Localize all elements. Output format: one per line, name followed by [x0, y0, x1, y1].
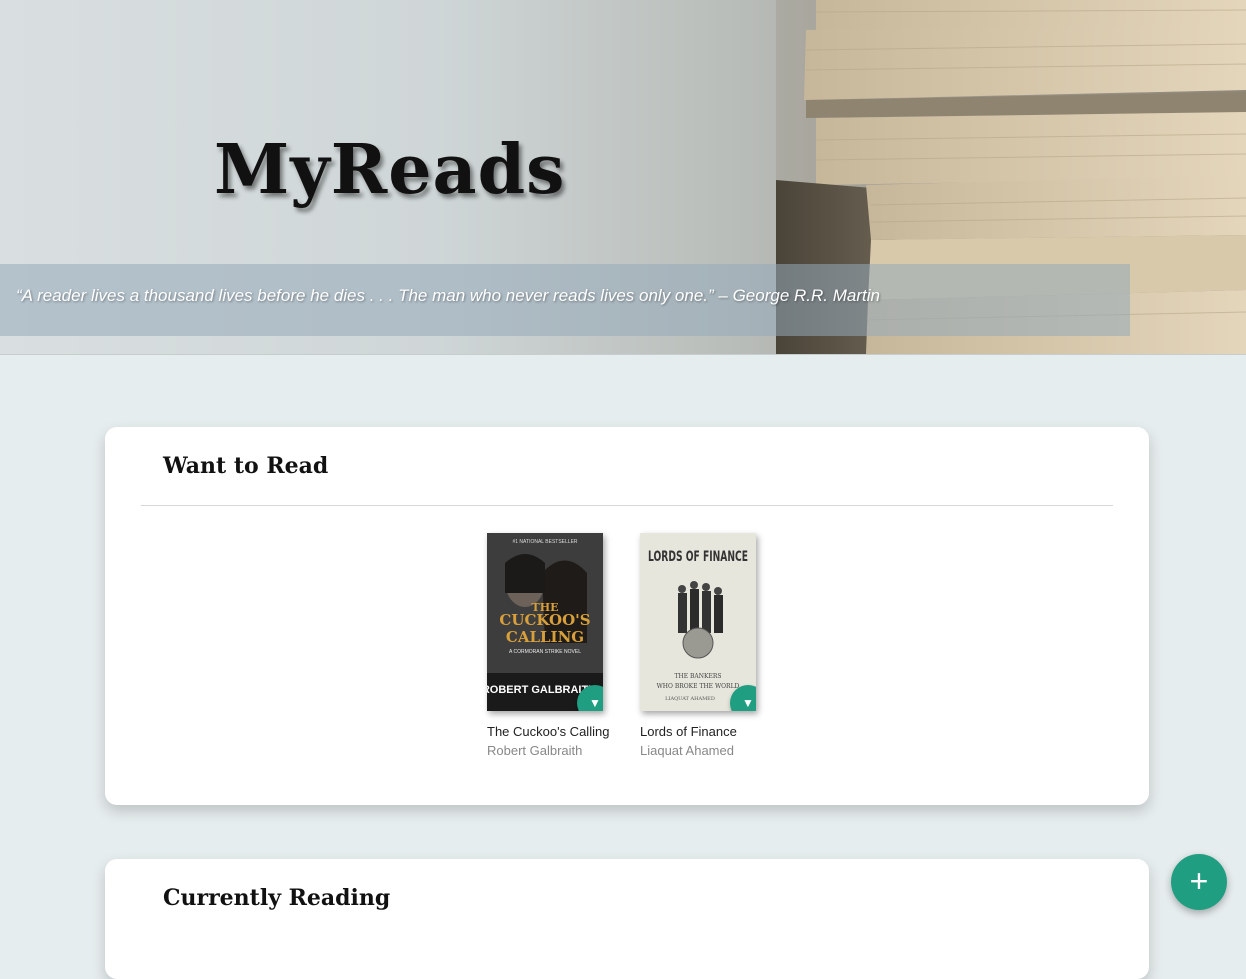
cover-title-line-2: CUCKOO'S [499, 611, 590, 629]
book-title: The Cuckoo's Calling [487, 724, 610, 739]
cover-title: LORDS OF FINANCE [648, 549, 748, 565]
book-item: LORDS OF FINANCE THE BANKERS WHO BROKE T… [640, 533, 780, 758]
app-title: MyReads [214, 130, 566, 210]
quote-text: “A reader lives a thousand lives before … [16, 286, 880, 305]
cover-author: LIAQUAT AHAMED [665, 696, 715, 702]
chevron-down-icon: ▼ [589, 696, 601, 710]
book-cover-cuckoos-calling-icon: #1 NATIONAL BESTSELLER THE CUCKOO'S CALL… [487, 533, 603, 711]
cover-title-line-3: CALLING [506, 628, 584, 646]
shelf-currently-reading: Currently Reading [105, 859, 1149, 979]
cover-subtitle-line-2: WHO BROKE THE WORLD [657, 683, 740, 690]
quote-banner: “A reader lives a thousand lives before … [0, 264, 1130, 336]
shelf-want-to-read: Want to Read #1 NATIONAL BESTSELLER THE … [105, 427, 1149, 805]
book-item: #1 NATIONAL BESTSELLER THE CUCKOO'S CALL… [487, 533, 627, 758]
plus-icon: + [1189, 863, 1209, 899]
book-author: Liaquat Ahamed [640, 743, 734, 758]
header-banner: MyReads “A reader lives a thousand lives… [0, 0, 1246, 355]
shelf-divider [141, 505, 1113, 506]
book-cover[interactable]: #1 NATIONAL BESTSELLER THE CUCKOO'S CALL… [487, 533, 603, 711]
book-cover[interactable]: LORDS OF FINANCE THE BANKERS WHO BROKE T… [640, 533, 756, 711]
book-title: Lords of Finance [640, 724, 737, 739]
cover-top-text: #1 NATIONAL BESTSELLER [512, 539, 577, 545]
book-cover-lords-of-finance-icon: LORDS OF FINANCE THE BANKERS WHO BROKE T… [640, 533, 756, 711]
add-book-button[interactable]: + [1171, 854, 1227, 910]
shelf-title: Currently Reading [163, 885, 391, 911]
chevron-down-icon: ▼ [742, 696, 754, 710]
book-author: Robert Galbraith [487, 743, 583, 758]
shelf-title: Want to Read [163, 453, 329, 479]
cover-subtitle-line-1: THE BANKERS [674, 673, 721, 680]
cover-subtitle: A CORMORAN STRIKE NOVEL [509, 649, 581, 655]
